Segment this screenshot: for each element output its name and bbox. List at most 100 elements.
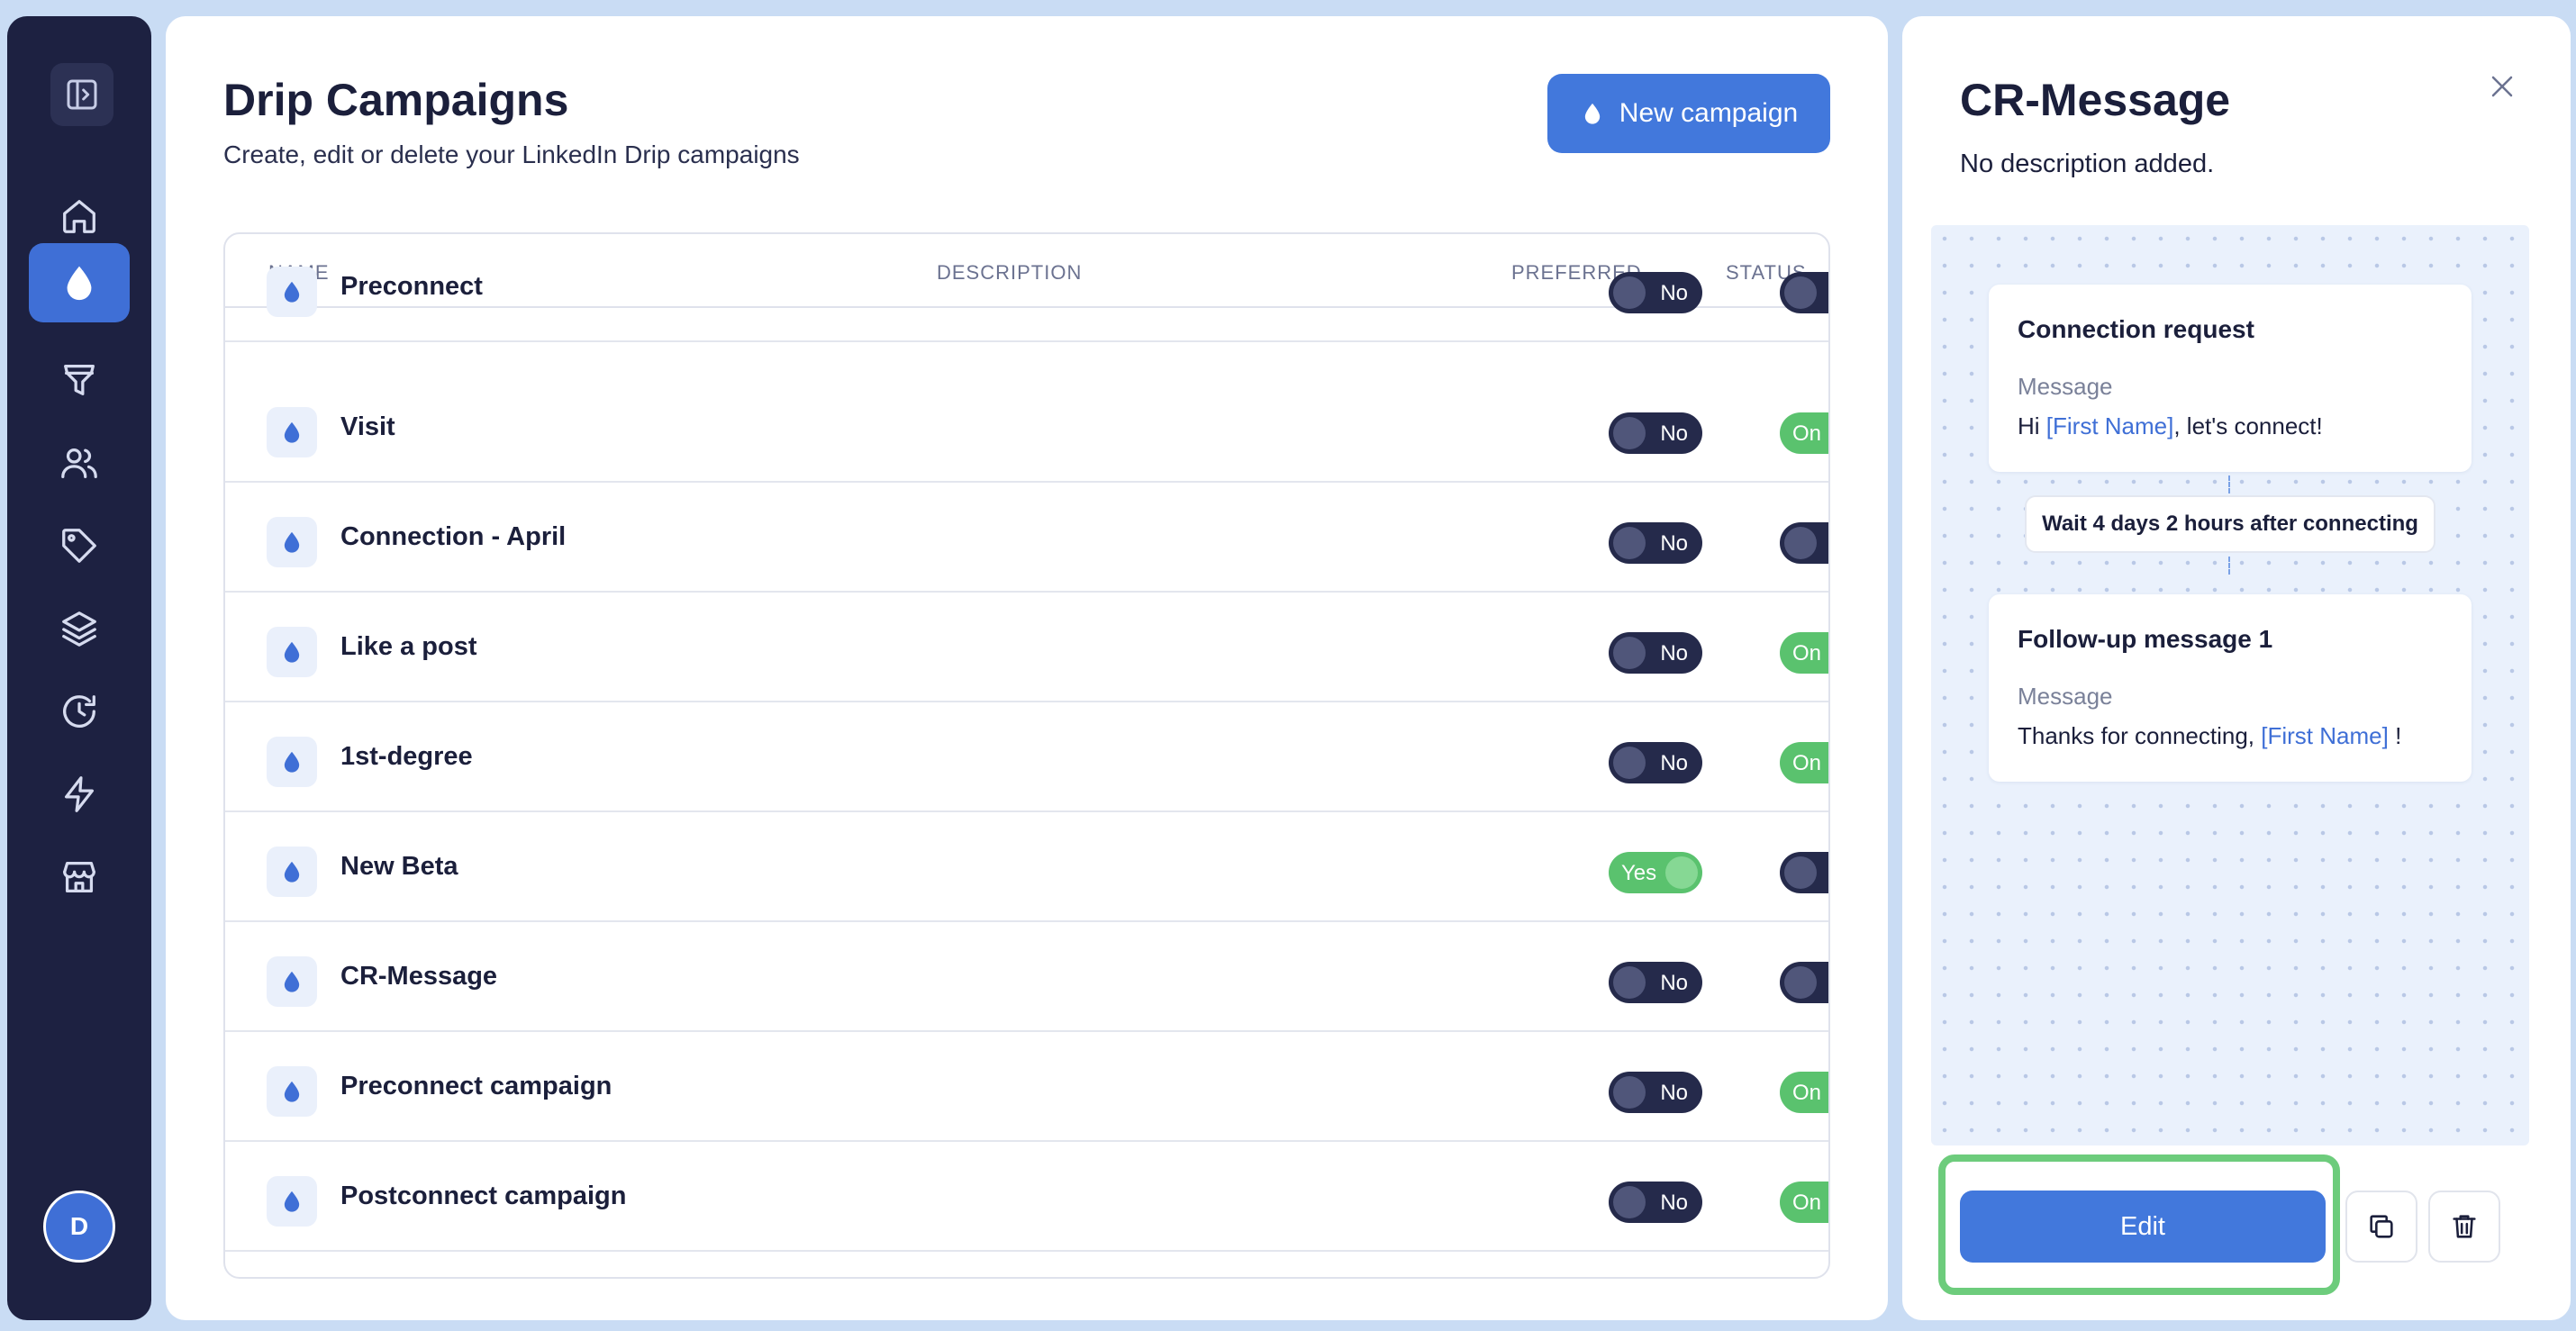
status-toggle[interactable]: On xyxy=(1780,1182,1828,1223)
table-row[interactable]: Visit No On xyxy=(225,373,1828,483)
toggle-knob xyxy=(1613,417,1646,449)
sidebar-item-tags[interactable] xyxy=(29,506,130,585)
toggle-knob xyxy=(1613,1186,1646,1218)
preferred-value: Yes xyxy=(1621,861,1657,885)
status-value: On xyxy=(1792,751,1822,775)
sidebar-item-automations[interactable] xyxy=(29,755,130,834)
preferred-toggle[interactable]: No xyxy=(1609,632,1702,674)
new-campaign-button[interactable]: New campaign xyxy=(1547,74,1830,153)
home-icon xyxy=(63,200,95,233)
status-toggle[interactable]: Off xyxy=(1780,852,1828,893)
campaign-name[interactable]: Visit xyxy=(340,412,395,442)
sidebar-item-users[interactable] xyxy=(29,423,130,503)
step-card-connection-request[interactable]: Connection request Message Hi [First Nam… xyxy=(1989,285,2472,472)
preferred-value: No xyxy=(1660,421,1688,446)
droplet-icon xyxy=(284,531,300,553)
campaign-name[interactable]: Postconnect campaign xyxy=(340,1182,626,1211)
table-row[interactable]: Connection - April No Off xyxy=(225,483,1828,593)
wait-delay-pill[interactable]: Wait 4 days 2 hours after connecting xyxy=(2025,495,2435,553)
message-text: , let's connect! xyxy=(2173,412,2323,439)
store-icon xyxy=(63,862,95,892)
sidebar-item-drip-campaigns[interactable] xyxy=(29,243,130,322)
preferred-toggle[interactable]: No xyxy=(1609,742,1702,783)
sequence-canvas: Connection request Message Hi [First Nam… xyxy=(1931,225,2529,1145)
campaign-icon xyxy=(267,1176,317,1227)
preferred-toggle[interactable]: Yes xyxy=(1609,852,1702,893)
trash-icon xyxy=(2453,1215,2476,1238)
preferred-toggle[interactable]: No xyxy=(1609,1072,1702,1113)
page-subtitle: Create, edit or delete your LinkedIn Dri… xyxy=(223,140,800,168)
table-row[interactable]: Preconnect campaign No On xyxy=(225,1032,1828,1142)
duplicate-campaign-button[interactable] xyxy=(2345,1191,2417,1263)
table-row[interactable]: Like a post No On xyxy=(225,593,1828,702)
preferred-toggle[interactable]: No xyxy=(1609,1182,1702,1223)
campaign-icon xyxy=(267,627,317,677)
message-text: Thanks for connecting, xyxy=(2018,722,2262,749)
droplet-icon xyxy=(284,861,300,883)
sidebar-item-history[interactable] xyxy=(29,672,130,751)
preferred-value: No xyxy=(1660,751,1688,775)
droplet-icon xyxy=(284,1191,300,1212)
droplet-icon xyxy=(284,971,300,992)
panel-description: No description added. xyxy=(1960,149,2215,178)
preferred-toggle[interactable]: No xyxy=(1609,272,1702,313)
status-value: On xyxy=(1792,421,1822,446)
first-name-variable: [First Name] xyxy=(2261,722,2389,749)
campaign-name[interactable]: New Beta xyxy=(340,852,458,882)
step-card-follow-up[interactable]: Follow-up message 1 Message Thanks for c… xyxy=(1989,594,2472,782)
preferred-value: No xyxy=(1660,1191,1688,1215)
campaign-name[interactable]: 1st-degree xyxy=(340,742,473,772)
tag-icon xyxy=(62,529,96,563)
campaign-icon xyxy=(267,1066,317,1117)
edit-campaign-button[interactable]: Edit xyxy=(1960,1191,2326,1263)
copy-icon xyxy=(2370,1215,2393,1238)
table-row[interactable]: New Beta Yes Off xyxy=(225,812,1828,922)
campaign-name[interactable]: Like a post xyxy=(340,632,477,662)
droplet-icon xyxy=(284,421,300,443)
status-value: On xyxy=(1792,1191,1822,1215)
table-row[interactable]: CR-Message No Off xyxy=(225,922,1828,1032)
toggle-knob xyxy=(1613,527,1646,559)
toggle-knob xyxy=(1784,527,1817,559)
preferred-toggle[interactable]: No xyxy=(1609,412,1702,454)
campaign-name[interactable]: CR-Message xyxy=(340,962,497,991)
avatar[interactable]: D xyxy=(43,1191,115,1263)
status-toggle[interactable]: Off xyxy=(1780,962,1828,1003)
sidebar-item-store[interactable] xyxy=(29,838,130,917)
status-value: On xyxy=(1792,641,1822,666)
sidebar-item-layers[interactable] xyxy=(29,589,130,668)
preferred-value: No xyxy=(1660,971,1688,995)
toggle-knob xyxy=(1784,856,1817,889)
table-row[interactable]: Preconnect No Off xyxy=(225,234,1828,342)
preferred-toggle[interactable]: No xyxy=(1609,962,1702,1003)
step-message-label: Message xyxy=(2018,683,2113,710)
sidebar-toggle-button[interactable] xyxy=(50,63,113,126)
campaign-icon xyxy=(267,267,317,317)
status-toggle[interactable]: On xyxy=(1780,632,1828,674)
close-panel-button[interactable] xyxy=(2479,63,2526,110)
step-message: Thanks for connecting, [First Name] ! xyxy=(2018,722,2401,750)
campaign-icon xyxy=(267,737,317,787)
sidebar-item-funnel[interactable] xyxy=(29,340,130,420)
step-message: Hi [First Name], let's connect! xyxy=(2018,412,2323,440)
status-toggle[interactable]: On xyxy=(1780,412,1828,454)
table-row[interactable]: 1st-degree No On xyxy=(225,702,1828,812)
toggle-knob xyxy=(1665,856,1698,889)
status-toggle[interactable]: Off xyxy=(1780,272,1828,313)
campaign-icon xyxy=(267,517,317,567)
status-toggle[interactable]: Off xyxy=(1780,522,1828,564)
droplet-icon xyxy=(284,281,300,303)
campaign-name[interactable]: Preconnect campaign xyxy=(340,1072,612,1101)
campaign-name[interactable]: Connection - April xyxy=(340,522,566,552)
campaign-name[interactable]: Preconnect xyxy=(340,272,483,302)
preferred-toggle[interactable]: No xyxy=(1609,522,1702,564)
page-title: Drip Campaigns xyxy=(223,75,569,125)
toggle-knob xyxy=(1613,966,1646,999)
campaigns-main: Drip Campaigns Create, edit or delete yo… xyxy=(166,16,1888,1320)
status-toggle[interactable]: On xyxy=(1780,742,1828,783)
status-toggle[interactable]: On xyxy=(1780,1072,1828,1113)
connector-line xyxy=(2228,475,2230,493)
table-row[interactable]: Postconnect campaign No On xyxy=(225,1142,1828,1252)
delete-campaign-button[interactable] xyxy=(2428,1191,2500,1263)
droplet-icon xyxy=(284,1081,300,1102)
